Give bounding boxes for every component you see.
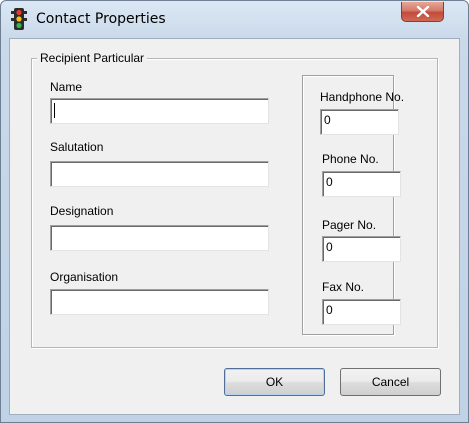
close-button[interactable]: [401, 2, 444, 22]
name-label: Name: [50, 80, 83, 94]
dialog-client-area: Recipient Particular Name Salutation Des…: [9, 38, 460, 415]
text-caret: [54, 103, 55, 118]
handphone-field[interactable]: 0: [320, 109, 399, 135]
designation-field[interactable]: [50, 225, 269, 251]
fax-label: Fax No.: [322, 280, 365, 294]
salutation-label: Salutation: [50, 140, 104, 154]
group-legend: Recipient Particular: [37, 51, 148, 65]
phone-label: Phone No.: [322, 152, 379, 166]
close-icon: [416, 6, 430, 17]
organisation-label: Organisation: [50, 270, 119, 284]
name-field[interactable]: [50, 98, 269, 124]
phone-field[interactable]: 0: [322, 171, 401, 197]
salutation-field[interactable]: [50, 161, 269, 187]
title-bar[interactable]: Contact Properties: [1, 1, 468, 37]
dialog-window: Contact Properties Recipient Particular …: [0, 0, 469, 423]
fax-field[interactable]: 0: [322, 299, 401, 325]
pager-label: Pager No.: [322, 218, 377, 232]
cancel-button[interactable]: Cancel: [340, 368, 441, 396]
handphone-label: Handphone No.: [320, 90, 405, 104]
pager-field[interactable]: 0: [322, 236, 401, 262]
designation-label: Designation: [50, 204, 114, 218]
traffic-light-icon: [11, 8, 27, 30]
organisation-field[interactable]: [50, 289, 269, 315]
window-title: Contact Properties: [36, 11, 166, 27]
ok-button[interactable]: OK: [224, 368, 325, 396]
